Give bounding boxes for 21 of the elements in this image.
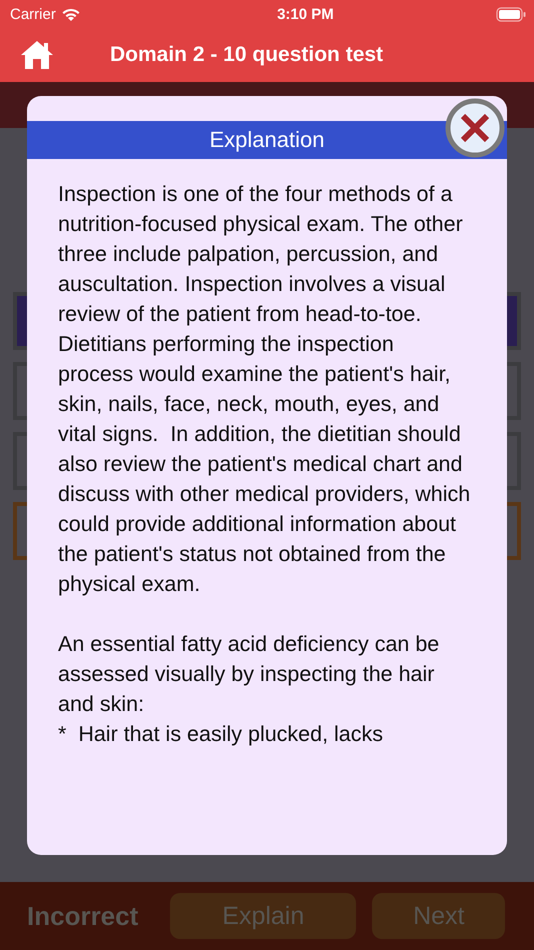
wifi-icon [60, 6, 81, 22]
answer-option-edge[interactable] [13, 502, 27, 560]
answer-option-edge[interactable] [507, 502, 521, 560]
clock-time: 3:10 PM [277, 6, 334, 22]
home-button[interactable] [20, 39, 54, 71]
explanation-text: Inspection is one of the four methods of a nutrition-focused physical exam. The other three include palpation, percussion, and auscultation. Inspection involves a visual review of the patient from head-to-toe. Dietitians performing the inspection process would examine the patient's hair, skin, nails, face, neck, mouth, eyes, and vital signs. In addition, the dietitian should also review the patient's medical chart and discuss with other medical providers, which could provide additional information about the patient's status not obtained from the physical exam. [58, 181, 471, 598]
explain-button[interactable]: Explain [170, 893, 356, 939]
answer-option-edge[interactable] [13, 432, 27, 490]
answer-option-edge[interactable] [13, 292, 27, 350]
carrier-label: Carrier [10, 6, 56, 22]
close-button[interactable] [445, 98, 505, 158]
answer-option-edge[interactable] [507, 362, 521, 420]
explanation-text: An essential fatty acid deficiency can be assessed visually by inspecting the hair and skin: * Hair that is easily plucked, lacks [58, 631, 440, 748]
answer-option-edge[interactable] [507, 432, 521, 490]
dialog-title: Explanation [210, 127, 324, 153]
screen-title: Domain 2 - 10 question test [110, 43, 384, 67]
answer-option-edge[interactable] [507, 292, 521, 350]
next-button[interactable]: Next [372, 893, 506, 939]
result-label: Incorrect [27, 900, 138, 932]
battery-icon [496, 6, 526, 22]
answer-option-edge[interactable] [13, 362, 27, 420]
